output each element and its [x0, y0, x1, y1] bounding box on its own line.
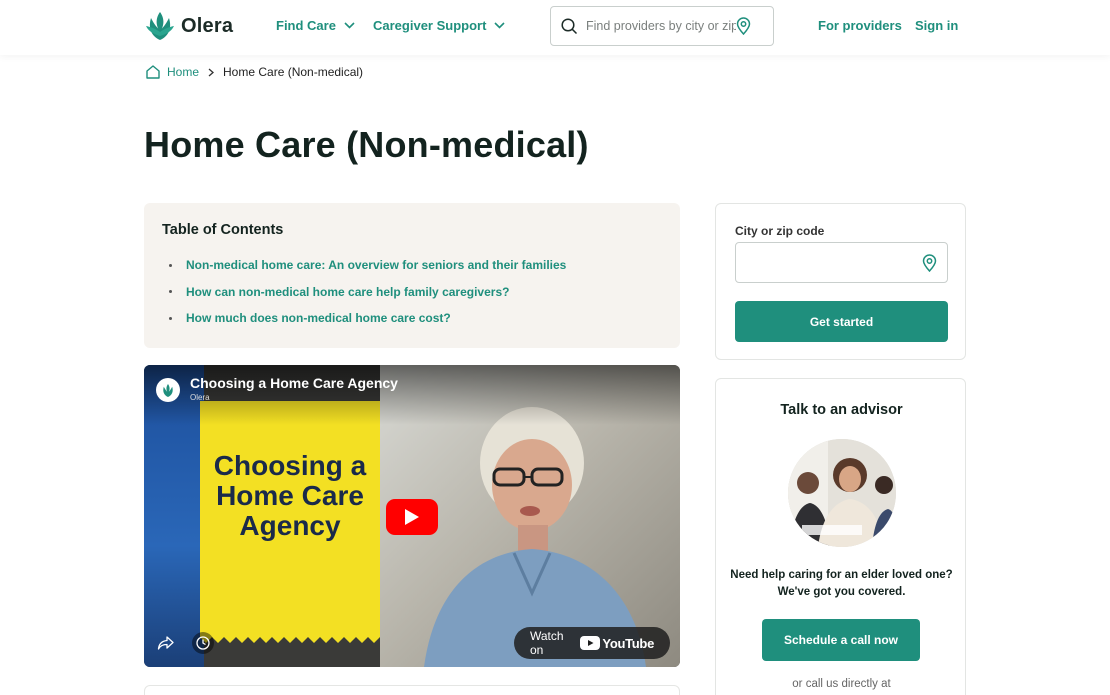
- site-header: Olera Find Care Caregiver Support For pr…: [0, 0, 1110, 55]
- video-top-gradient: [144, 365, 680, 425]
- play-button[interactable]: [386, 499, 438, 535]
- logo[interactable]: Olera: [145, 10, 233, 42]
- toc-item[interactable]: Non-medical home care: An overview for s…: [162, 252, 662, 279]
- toc-title: Table of Contents: [162, 222, 284, 238]
- location-label: City or zip code: [735, 224, 825, 238]
- share-icon[interactable]: [157, 635, 175, 651]
- watch-later-button[interactable]: [192, 632, 214, 654]
- watch-on-youtube-button[interactable]: Watch on YouTube: [514, 627, 670, 659]
- chevron-down-icon: [494, 22, 505, 29]
- video-presenter-image: [424, 407, 646, 667]
- play-icon: [405, 509, 419, 525]
- bullet: [169, 290, 172, 294]
- location-pin-icon[interactable]: [922, 253, 937, 272]
- zigzag-decoration: [200, 633, 380, 643]
- leaf-logo-icon: [146, 12, 174, 40]
- advisor-title: Talk to an advisor: [780, 402, 903, 418]
- video-embed[interactable]: Choosing a Home Care Agency Choosing a H…: [144, 365, 680, 667]
- advisor-description: Need help caring for an elder loved one?…: [730, 569, 953, 598]
- for-providers-link[interactable]: For providers: [818, 18, 902, 33]
- nav-find-care[interactable]: Find Care: [276, 18, 355, 33]
- channel-avatar[interactable]: [156, 378, 180, 402]
- video-thumbnail-heading: Choosing a Home Care Agency: [200, 451, 380, 541]
- toc-list: Non-medical home care: An overview for s…: [162, 252, 662, 332]
- location-pin-icon[interactable]: [736, 17, 751, 35]
- video-channel-name: Olera: [190, 393, 210, 402]
- nav-caregiver-support[interactable]: Caregiver Support: [373, 18, 505, 33]
- watch-on-label: Watch on: [530, 629, 564, 657]
- clock-icon: [196, 636, 210, 650]
- home-icon[interactable]: [145, 64, 161, 80]
- location-input-wrapper[interactable]: [735, 242, 948, 283]
- video-title[interactable]: Choosing a Home Care Agency: [190, 375, 398, 391]
- toc-item-label[interactable]: Non-medical home care: An overview for s…: [186, 258, 566, 272]
- location-input[interactable]: [746, 253, 916, 267]
- nav-caregiver-support-label: Caregiver Support: [373, 18, 487, 33]
- location-search-card: City or zip code Get started: [715, 203, 966, 360]
- sign-in-link[interactable]: Sign in: [915, 18, 958, 33]
- youtube-logo: YouTube: [580, 636, 654, 651]
- toc-item[interactable]: How can non-medical home care help famil…: [162, 279, 662, 306]
- youtube-wordmark: YouTube: [602, 635, 654, 651]
- logo-text: Olera: [181, 14, 234, 37]
- breadcrumb: Home Home Care (Non-medical): [145, 64, 363, 80]
- chevron-right-icon: [208, 68, 215, 76]
- schedule-call-button[interactable]: Schedule a call now: [762, 619, 920, 661]
- next-content-card: [144, 685, 680, 695]
- thumbnail-line-2: Home Care: [216, 480, 364, 511]
- breadcrumb-home[interactable]: Home: [167, 65, 199, 79]
- bullet: [169, 316, 172, 320]
- search-input[interactable]: [586, 19, 736, 33]
- provider-search[interactable]: [550, 6, 774, 46]
- table-of-contents: Table of Contents Non-medical home care:…: [144, 203, 680, 348]
- call-directly-text: or call us directly at: [792, 678, 891, 690]
- toc-item-label[interactable]: How much does non-medical home care cost…: [186, 311, 451, 325]
- thumbnail-line-3: Agency: [239, 510, 341, 541]
- youtube-play-icon: [580, 636, 601, 650]
- toc-item[interactable]: How much does non-medical home care cost…: [162, 305, 662, 332]
- advisor-photo: [788, 439, 896, 547]
- advisor-card: Talk to an advisor Need help caring for …: [715, 378, 966, 695]
- advisor-image: [788, 439, 896, 547]
- search-icon: [561, 17, 578, 34]
- page-title: Home Care (Non-medical): [144, 124, 589, 165]
- nav-find-care-label: Find Care: [276, 18, 336, 33]
- get-started-button[interactable]: Get started: [735, 301, 948, 342]
- toc-item-label[interactable]: How can non-medical home care help famil…: [186, 285, 509, 299]
- bullet: [169, 263, 172, 267]
- chevron-down-icon: [344, 22, 355, 29]
- leaf-logo-icon: [163, 383, 173, 397]
- thumbnail-line-1: Choosing a: [213, 450, 367, 481]
- breadcrumb-current: Home Care (Non-medical): [223, 65, 364, 79]
